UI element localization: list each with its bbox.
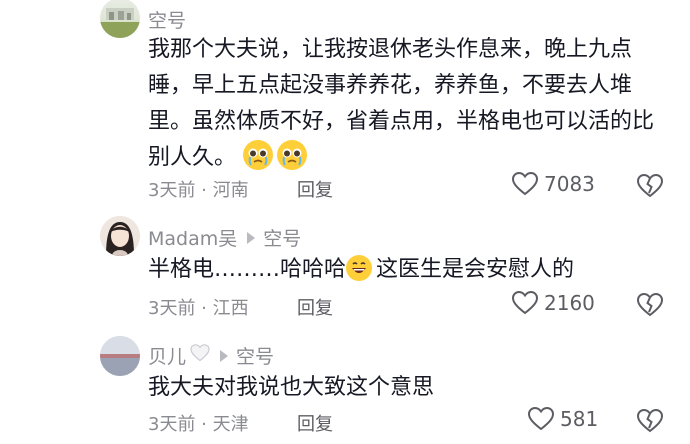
comment-meta: 3天前 · 河南 <box>148 180 249 201</box>
pleading-face-emoji <box>243 140 274 170</box>
reply-arrow-icon <box>220 349 229 362</box>
comment-text-content: 半格电………哈哈哈 <box>148 257 347 282</box>
grinning-face-emoji <box>346 255 373 281</box>
avatar[interactable] <box>100 336 140 376</box>
reply-button[interactable]: 回复 <box>297 294 333 320</box>
reply-to-username[interactable]: 空号 <box>236 342 274 369</box>
comment-meta: 3天前 · 天津 <box>148 414 249 435</box>
like-count: 581 <box>560 407 599 431</box>
reply-button[interactable]: 回复 <box>297 410 333 436</box>
like-button[interactable]: 581 <box>528 407 598 431</box>
avatar-image <box>100 8 140 38</box>
comment-username: 贝儿 空号 <box>148 342 274 369</box>
like-count: 7083 <box>544 172 595 196</box>
comment-meta: 3天前 · 江西 <box>148 298 249 319</box>
comment-text: 我那个大夫说，让我按退休老头作息来，晚上九点睡，早上五点起没事养养花，养养鱼，不… <box>148 32 668 176</box>
broken-heart-icon <box>636 173 664 198</box>
like-count: 2160 <box>544 291 595 315</box>
like-button[interactable]: 2160 <box>512 291 595 315</box>
comment-text-content: 这医生是会安慰人的 <box>376 257 575 282</box>
comment-username: Madam吴 空号 <box>148 224 301 251</box>
username-label[interactable]: Madam吴 <box>148 224 237 251</box>
broken-heart-icon <box>636 408 664 433</box>
comment-text-content: 我大夫对我说也大致这个意思 <box>148 375 435 400</box>
dislike-button[interactable] <box>636 173 664 202</box>
reply-to-username[interactable]: 空号 <box>263 224 301 251</box>
reply-arrow-icon <box>247 231 256 244</box>
heart-icon <box>512 291 538 315</box>
comment-text: 我大夫对我说也大致这个意思 <box>148 370 668 406</box>
username-label[interactable]: 贝儿 <box>148 342 186 369</box>
avatar-image <box>100 216 140 256</box>
comment-text-content: 我那个大夫说，让我按退休老头作息来，晚上九点睡，早上五点起没事养养花，养养鱼，不… <box>148 37 655 170</box>
like-button[interactable]: 7083 <box>512 172 595 196</box>
comment-text: 半格电………哈哈哈 这医生是会安慰人的 <box>148 252 668 288</box>
comment-username[interactable]: 空号 <box>148 6 186 33</box>
username-label[interactable]: 空号 <box>148 6 186 33</box>
dislike-button[interactable] <box>636 408 664 437</box>
avatar[interactable] <box>100 216 140 256</box>
broken-heart-icon <box>636 292 664 317</box>
heart-icon <box>512 172 538 196</box>
heart-icon <box>528 407 554 431</box>
white-heart-icon <box>190 344 210 367</box>
dislike-button[interactable] <box>636 292 664 321</box>
avatar[interactable] <box>100 0 140 38</box>
pleading-face-emoji <box>277 140 308 170</box>
avatar-image <box>100 336 140 376</box>
reply-button[interactable]: 回复 <box>297 176 333 202</box>
